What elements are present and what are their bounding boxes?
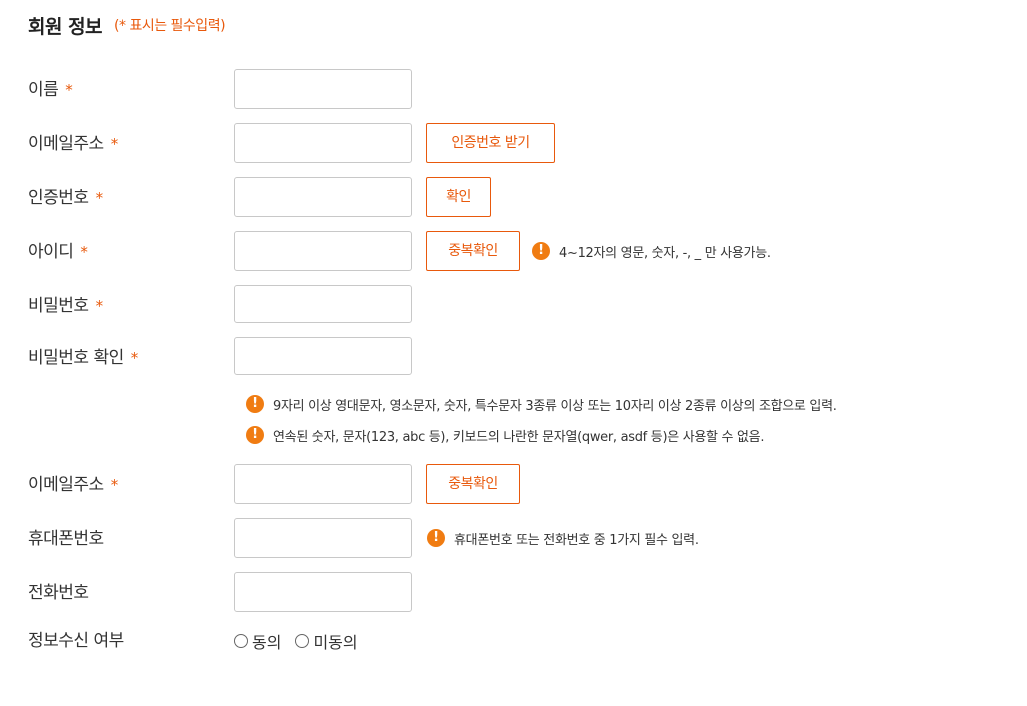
row-user-id: 아이디 * 중복확인 ! 4~12자의 영문, 숫자, -, _ 만 사용가능. bbox=[0, 231, 1027, 273]
password-label: 비밀번호 * bbox=[28, 296, 104, 316]
request-auth-code-button[interactable]: 인증번호 받기 bbox=[426, 123, 555, 163]
subscription-disagree-option[interactable]: 미동의 bbox=[295, 629, 358, 653]
row-email-verify: 이메일주소 * 인증번호 받기 bbox=[0, 123, 1027, 165]
exclamation-circle-icon: ! bbox=[427, 529, 445, 547]
email-verify-label: 이메일주소 * bbox=[28, 134, 119, 154]
subscription-label: 정보수신 여부 bbox=[28, 631, 124, 651]
required-note: (* 표시는 필수입력) bbox=[114, 18, 226, 34]
radio-button-disagree[interactable] bbox=[295, 634, 310, 648]
row-auth-code: 인증번호 * 확인 bbox=[0, 177, 1027, 219]
subscription-agree-option[interactable]: 동의 bbox=[234, 629, 281, 653]
required-asterisk: * bbox=[95, 189, 104, 207]
email-verify-input[interactable] bbox=[234, 123, 412, 163]
auth-code-input[interactable] bbox=[234, 177, 412, 217]
name-label: 이름 * bbox=[28, 80, 73, 100]
phone-input[interactable] bbox=[234, 572, 412, 612]
row-subscription: 정보수신 여부 동의 미동의 bbox=[0, 620, 1027, 662]
confirm-auth-code-button[interactable]: 확인 bbox=[426, 177, 491, 217]
contact-hint: ! 휴대폰번호 또는 전화번호 중 1가지 필수 입력. bbox=[427, 518, 699, 558]
password-confirm-label: 비밀번호 확인 * bbox=[28, 348, 139, 368]
row-mobile: 휴대폰번호 ! 휴대폰번호 또는 전화번호 중 1가지 필수 입력. bbox=[0, 518, 1027, 560]
required-asterisk: * bbox=[80, 243, 88, 261]
user-id-hint: ! 4~12자의 영문, 숫자, -, _ 만 사용가능. bbox=[532, 231, 771, 271]
exclamation-circle-icon: ! bbox=[532, 242, 550, 260]
user-id-label: 아이디 * bbox=[28, 242, 88, 262]
auth-code-label: 인증번호 * bbox=[28, 188, 104, 208]
password-hint-1: ! 9자리 이상 영대문자, 영소문자, 숫자, 특수문자 3종류 이상 또는 … bbox=[246, 391, 837, 417]
row-phone: 전화번호 bbox=[0, 572, 1027, 614]
required-asterisk: * bbox=[65, 81, 73, 99]
user-id-duplicate-check-button[interactable]: 중복확인 bbox=[426, 231, 520, 271]
exclamation-circle-icon: ! bbox=[246, 395, 264, 413]
required-asterisk: * bbox=[110, 476, 119, 494]
email-label: 이메일주소 * bbox=[28, 475, 119, 495]
form-header: 회원 정보 (* 표시는 필수입력) bbox=[28, 10, 226, 40]
user-id-input[interactable] bbox=[234, 231, 412, 271]
email-input[interactable] bbox=[234, 464, 412, 504]
phone-label: 전화번호 bbox=[28, 583, 89, 603]
subscription-radio-group: 동의 미동의 bbox=[234, 620, 372, 662]
radio-button-agree[interactable] bbox=[234, 634, 248, 648]
page-title: 회원 정보 bbox=[28, 15, 103, 38]
password-hint-2: ! 연속된 숫자, 문자(123, abc 등), 키보드의 나란한 문자열(q… bbox=[246, 422, 764, 448]
row-password-confirm: 비밀번호 확인 * bbox=[0, 337, 1027, 379]
row-name: 이름 * bbox=[0, 69, 1027, 111]
mobile-label: 휴대폰번호 bbox=[28, 529, 104, 549]
password-confirm-input[interactable] bbox=[234, 337, 412, 375]
name-input[interactable] bbox=[234, 69, 412, 109]
exclamation-circle-icon: ! bbox=[246, 426, 264, 444]
required-asterisk: * bbox=[130, 349, 139, 367]
required-asterisk: * bbox=[110, 135, 119, 153]
row-password: 비밀번호 * bbox=[0, 285, 1027, 327]
row-email: 이메일주소 * 중복확인 bbox=[0, 464, 1027, 506]
mobile-input[interactable] bbox=[234, 518, 412, 558]
required-asterisk: * bbox=[95, 297, 104, 315]
email-duplicate-check-button[interactable]: 중복확인 bbox=[426, 464, 520, 504]
password-input[interactable] bbox=[234, 285, 412, 323]
